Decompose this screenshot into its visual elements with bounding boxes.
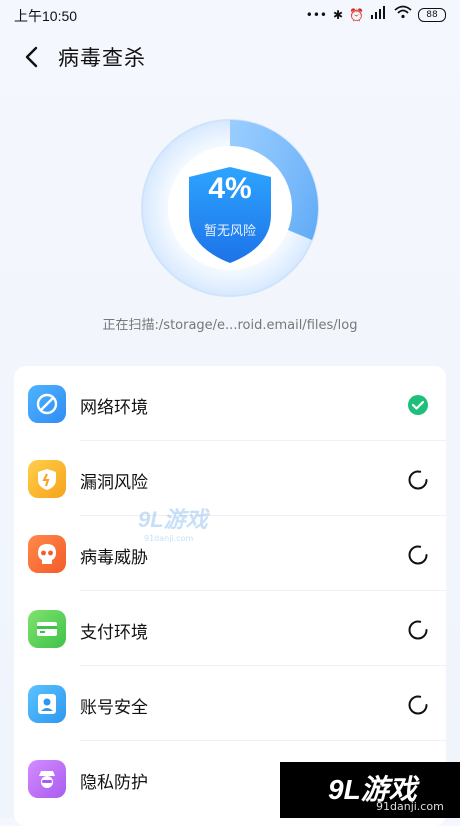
check-done-icon	[408, 395, 428, 415]
scan-item-label: 支付环境	[80, 623, 148, 643]
scan-item-label: 账号安全	[80, 698, 148, 718]
watermark-url: 91danji.com	[144, 534, 194, 543]
account-icon	[28, 685, 66, 723]
vulnerability-shield-icon	[28, 460, 66, 498]
signal-icon	[370, 5, 388, 25]
back-button[interactable]	[18, 42, 48, 72]
status-bar: 上午10:50 ••• ✱ ⏰ 88	[0, 0, 460, 30]
scan-percent: 4%	[208, 172, 252, 205]
skull-icon	[28, 535, 66, 573]
scan-item-label: 隐私防护	[80, 773, 148, 793]
scan-item-label: 病毒威胁	[80, 548, 148, 568]
scan-item-account: 账号安全	[14, 666, 446, 741]
loading-spinner-icon	[408, 695, 428, 715]
alarm-icon: ⏰	[349, 8, 364, 22]
page-title: 病毒查杀	[58, 46, 146, 70]
watermark-logo: 9L游戏	[138, 507, 208, 532]
brand-corner-badge: 9L游戏 91danji.com	[280, 762, 460, 818]
battery-indicator: 88	[418, 8, 446, 22]
wifi-icon	[394, 5, 412, 25]
payment-card-icon	[28, 610, 66, 648]
header: 病毒查杀	[0, 34, 460, 80]
watermark: 9L游戏 91danji.com	[138, 502, 248, 543]
scan-item-network: 网络环境	[14, 366, 446, 441]
brand-url: 91danji.com	[376, 800, 444, 813]
more-dots-icon: •••	[305, 8, 327, 22]
risk-status: 暂无风险	[203, 224, 256, 239]
privacy-spy-icon	[28, 760, 66, 798]
bluetooth-icon: ✱	[332, 8, 344, 22]
status-icons: ••• ✱ ⏰ 88	[306, 5, 446, 25]
network-icon	[28, 385, 66, 423]
back-arrow-icon	[25, 46, 38, 68]
scan-item-payment: 支付环境	[14, 591, 446, 666]
scan-item-label: 漏洞风险	[80, 473, 148, 493]
scan-item-label: 网络环境	[80, 398, 148, 418]
loading-spinner-icon	[408, 470, 428, 490]
scan-path-text: 正在扫描:/storage/e...roid.email/files/log	[102, 318, 358, 333]
status-time: 上午10:50	[14, 8, 78, 24]
loading-spinner-icon	[408, 545, 428, 565]
loading-spinner-icon	[408, 620, 428, 640]
scan-items-card: 网络环境 漏洞风险 病毒威胁 支付环境 账号安全 隐私防护	[14, 366, 446, 826]
